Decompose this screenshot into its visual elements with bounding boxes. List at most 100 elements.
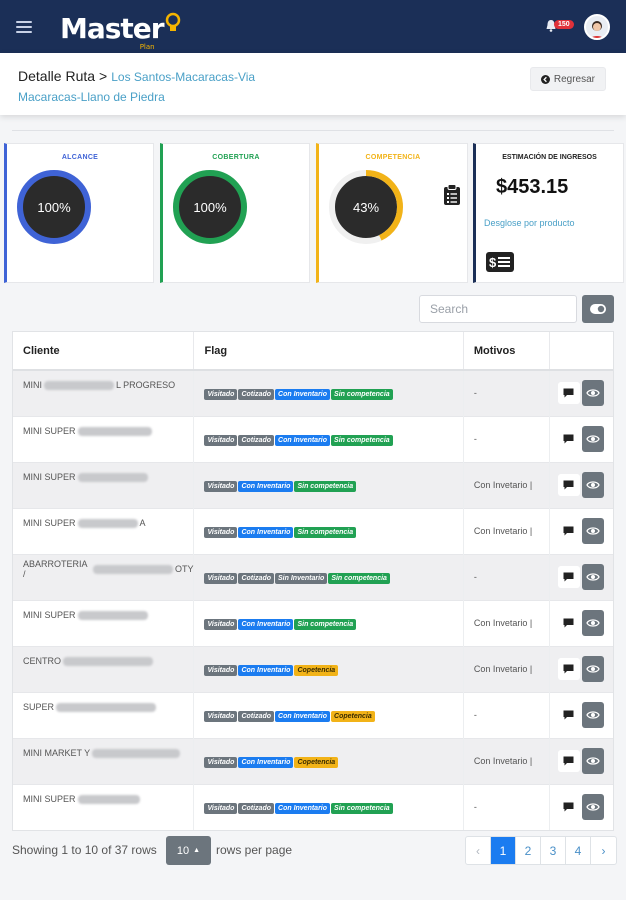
cliente-name-prefix: CENTRO xyxy=(23,656,61,666)
comment-icon xyxy=(563,434,574,444)
comment-button[interactable] xyxy=(557,796,580,819)
search-input[interactable] xyxy=(419,295,577,323)
table-row[interactable]: SUPER Visitado Cotizado Con Inventario Copet… xyxy=(13,691,613,738)
toggle-icon xyxy=(590,304,606,314)
notification-badge: 150 xyxy=(554,19,574,29)
flag-badge: Copetencia xyxy=(294,756,339,768)
comment-icon xyxy=(563,388,574,398)
cliente-cell: MINI SUPER xyxy=(13,461,195,508)
table-row[interactable]: MINI L PROGRESO Visitado Cotizado Con Invent… xyxy=(13,369,613,416)
cliente-name-prefix: MINI xyxy=(23,380,42,391)
comment-icon xyxy=(563,664,574,674)
comment-button[interactable] xyxy=(557,520,580,542)
back-button[interactable]: Regresar xyxy=(529,67,606,91)
prev-page-button[interactable]: ‹ xyxy=(466,837,491,864)
svg-text:$: $ xyxy=(489,255,497,270)
next-page-button[interactable]: › xyxy=(591,837,616,864)
alcance-gauge: 100% xyxy=(15,168,93,246)
comment-button[interactable] xyxy=(557,382,580,405)
alcance-title: ALCANCE xyxy=(61,154,99,161)
page-button[interactable]: 4 xyxy=(566,837,591,864)
cliente-cell: SUPER xyxy=(13,691,195,738)
comment-button[interactable] xyxy=(557,704,580,726)
flag-cell: Visitado Con Inventario Copetencia xyxy=(193,645,464,692)
flag-badge: Cotizado xyxy=(238,434,275,446)
comment-button[interactable] xyxy=(557,658,580,680)
flag-badge: Sin competencia xyxy=(331,802,393,814)
table-row[interactable]: MINI SUPER Visitado Con Inventario Sin comp… xyxy=(13,599,613,646)
cliente-name: CENTRO xyxy=(23,656,155,666)
comment-button[interactable] xyxy=(557,612,580,634)
table-row[interactable]: MINI SUPER Visitado Con Inventario Sin comp… xyxy=(13,461,613,508)
rows-per-page-label: rows per page xyxy=(216,843,293,857)
motivos-cell: - xyxy=(463,415,550,462)
notifications-button[interactable]: 150 xyxy=(546,18,574,36)
app-logo[interactable]: Master Plan xyxy=(60,8,181,51)
page-title: Detalle Ruta xyxy=(18,68,96,84)
flag-badge: Copetencia xyxy=(294,664,339,676)
motivos-cell: Con Invetario | xyxy=(463,599,550,646)
comment-icon xyxy=(563,618,574,628)
cliente-name: MINI SUPER A xyxy=(23,518,146,528)
cliente-name: MINI SUPER xyxy=(23,472,150,482)
cliente-name-suffix: A xyxy=(139,518,146,528)
header-motivos[interactable]: Motivos xyxy=(463,332,550,371)
view-button[interactable] xyxy=(581,748,604,774)
view-button[interactable] xyxy=(581,656,604,682)
table-row[interactable]: MINI SUPER Visitado Cotizado Con Inventario… xyxy=(13,415,613,462)
cliente-name-prefix: ABARROTERIA / xyxy=(23,559,88,579)
view-button[interactable] xyxy=(581,794,604,821)
comment-button[interactable] xyxy=(557,750,580,772)
cobertura-value: 100% xyxy=(193,199,227,215)
flag-badge: Visitado xyxy=(204,388,238,400)
arrow-left-circle-icon xyxy=(540,74,550,84)
logo-subtext: Plan xyxy=(139,43,155,51)
view-button[interactable] xyxy=(581,610,604,636)
route-header: Detalle Ruta > Los Santos-Macaracas-Via Ma… xyxy=(0,53,626,115)
table-row[interactable]: MINI SUPER Visitado Cotizado Con Inventario… xyxy=(13,783,613,830)
clients-table: Cliente Flag Motivos MINI L PROGRESO Visit… xyxy=(12,331,614,831)
actions-cell xyxy=(549,599,613,646)
header-cliente[interactable]: Cliente xyxy=(13,332,195,371)
table-row[interactable]: ABARROTERIA / OTY Visitado Cotizado Sin Inve… xyxy=(13,553,613,600)
view-button[interactable] xyxy=(581,472,604,498)
flag-badge: Con Inventario xyxy=(238,664,294,676)
actions-cell xyxy=(549,553,613,600)
cobertura-gauge: 100% xyxy=(171,168,249,246)
page-button[interactable]: 3 xyxy=(541,837,566,864)
flag-badge: Copetencia xyxy=(331,710,375,722)
view-button[interactable] xyxy=(581,702,604,728)
redacted-text xyxy=(77,426,152,436)
menu-icon[interactable] xyxy=(16,20,32,33)
table-row[interactable]: CENTRO Visitado Con Inventario Copetencia Co… xyxy=(13,645,613,692)
cobertura-card: COBERTURA 100% xyxy=(160,143,310,283)
toggle-columns-button[interactable] xyxy=(582,295,614,323)
table-row[interactable]: MINI MARKET Y Visitado Con Inventario Copet… xyxy=(13,737,613,784)
view-button[interactable] xyxy=(581,518,604,544)
comment-button[interactable] xyxy=(557,428,580,450)
flag-badge: Visitado xyxy=(204,756,238,768)
cliente-cell: MINI SUPER xyxy=(13,415,195,462)
flag-badge: Sin competencia xyxy=(294,618,357,630)
comment-icon xyxy=(563,756,574,766)
flag-badge: Con Inventario xyxy=(238,618,294,630)
user-avatar[interactable] xyxy=(584,13,610,40)
table-row[interactable]: MINI SUPER A Visitado Con Inventario Sin com… xyxy=(13,507,613,554)
cliente-cell: CENTRO xyxy=(13,645,195,692)
clipboard-icon[interactable] xyxy=(443,184,461,209)
view-button[interactable] xyxy=(581,380,604,407)
comment-button[interactable] xyxy=(557,474,580,496)
header-flag[interactable]: Flag xyxy=(193,332,464,371)
cliente-name-prefix: MINI SUPER xyxy=(23,426,76,436)
cliente-name-prefix: MINI SUPER xyxy=(23,794,76,805)
view-button[interactable] xyxy=(581,426,604,452)
cliente-name: MINI SUPER xyxy=(23,610,150,620)
flag-badge: Sin Inventario xyxy=(275,572,328,584)
comment-button[interactable] xyxy=(557,566,580,588)
page-button[interactable]: 2 xyxy=(516,837,541,864)
flag-badge: Cotizado xyxy=(238,572,275,584)
page-button[interactable]: 1 xyxy=(491,837,516,864)
page-size-select[interactable]: 10 ▲ xyxy=(166,836,211,865)
view-button[interactable] xyxy=(581,564,604,590)
product-breakdown-link[interactable]: Desglose por producto xyxy=(484,218,575,228)
